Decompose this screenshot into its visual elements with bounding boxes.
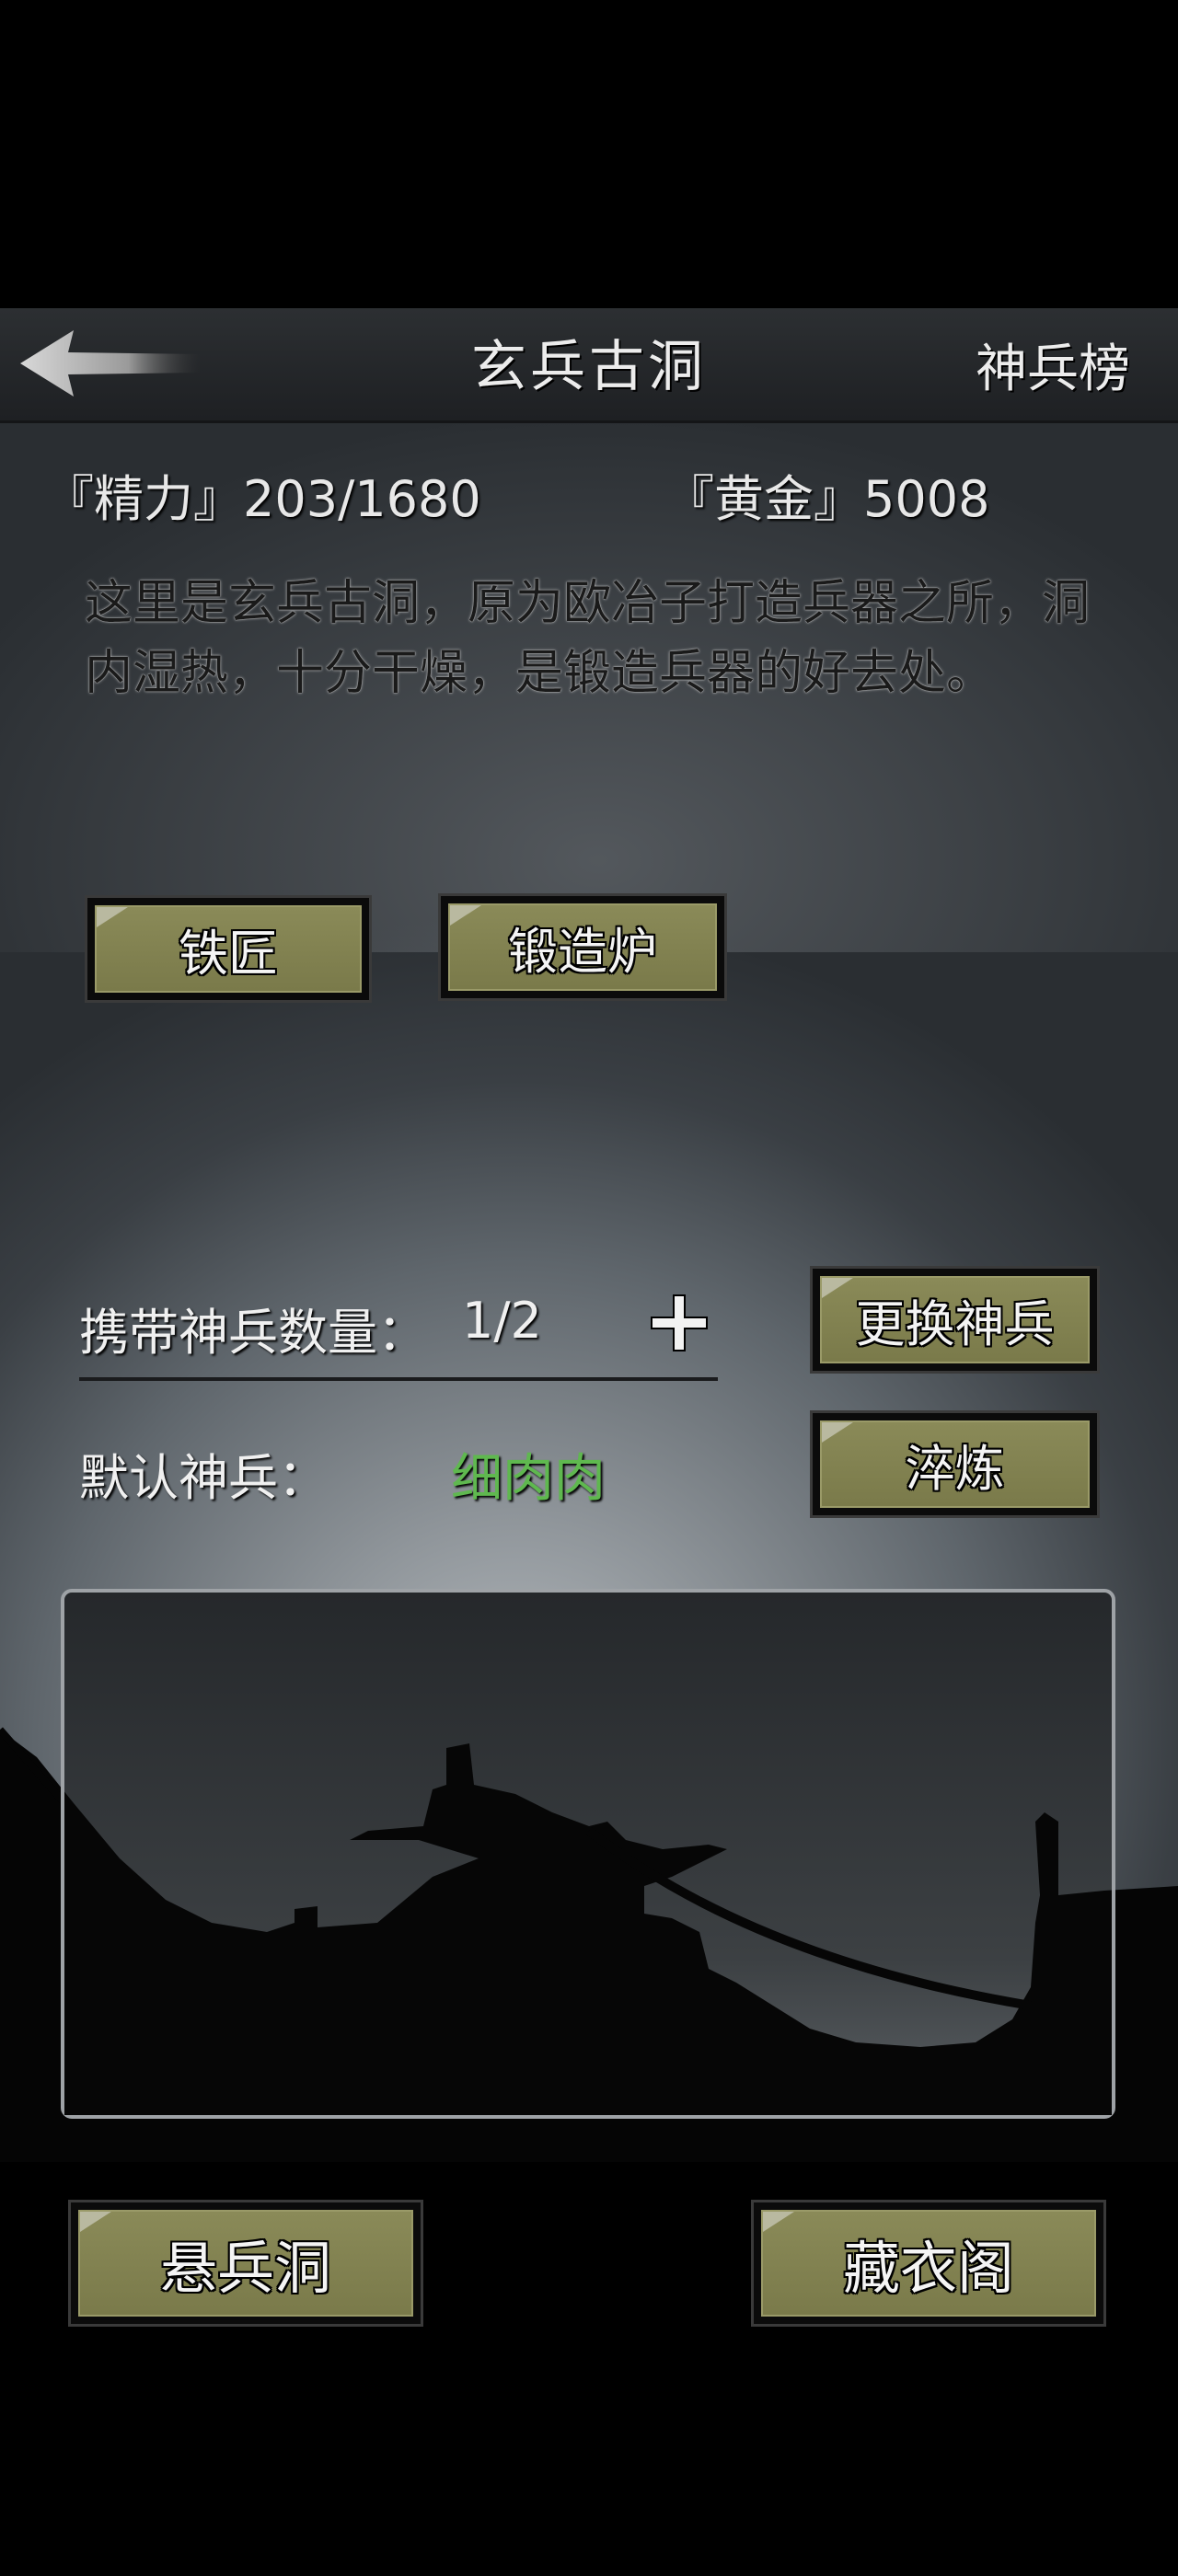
game-screen: 玄兵古洞 神兵榜 『精力』203/1680 『黄金』5008 这里是玄兵古洞，原… xyxy=(0,0,1178,2576)
wardrobe-pavilion-button[interactable]: 藏衣阁 xyxy=(751,2200,1106,2327)
back-arrow-icon[interactable] xyxy=(17,327,201,400)
forge-label: 锻造炉 xyxy=(508,923,657,981)
location-description: 这里是玄兵古洞，原为欧冶子打造兵器之所，洞内湿热，十分干燥，是锻造兵器的好去处。 xyxy=(85,576,1091,701)
temper-button[interactable]: 淬炼 xyxy=(810,1410,1100,1518)
wardrobe-pavilion-label: 藏衣阁 xyxy=(842,2235,1014,2302)
scene-silhouette xyxy=(64,1743,1112,2115)
carry-count-label: 携带神兵数量： xyxy=(79,1304,427,1362)
change-weapon-label: 更换神兵 xyxy=(855,1295,1055,1353)
forge-button[interactable]: 锻造炉 xyxy=(438,893,727,1001)
gold-stat: 『黄金』5008 xyxy=(664,470,990,528)
hanging-weapon-cave-button[interactable]: 悬兵洞 xyxy=(68,2200,423,2327)
default-weapon-name: 细肉肉 xyxy=(451,1449,606,1509)
plus-icon[interactable] xyxy=(646,1290,712,1356)
blacksmith-button[interactable]: 铁匠 xyxy=(85,895,372,1003)
page-title: 玄兵古洞 xyxy=(471,335,707,399)
temper-label: 淬炼 xyxy=(905,1440,1005,1498)
default-weapon-label: 默认神兵： xyxy=(79,1449,328,1507)
energy-stat: 『精力』203/1680 xyxy=(44,470,481,528)
change-weapon-button[interactable]: 更换神兵 xyxy=(810,1266,1100,1374)
carry-count-value: 1/2 xyxy=(462,1292,542,1350)
hanging-weapon-cave-label: 悬兵洞 xyxy=(159,2235,331,2302)
divider xyxy=(79,1377,718,1381)
blacksmith-label: 铁匠 xyxy=(179,925,278,983)
weapon-ranking-link[interactable]: 神兵榜 xyxy=(976,328,1169,402)
